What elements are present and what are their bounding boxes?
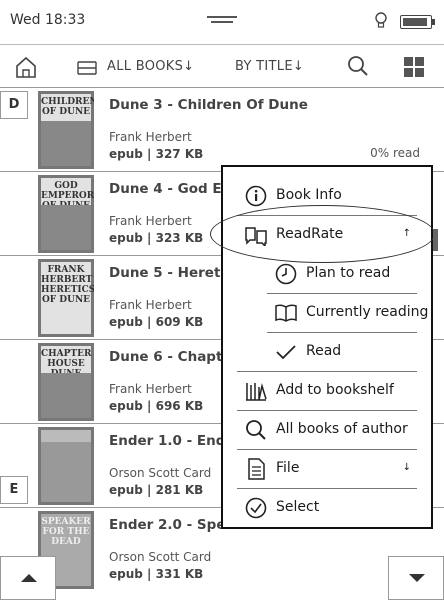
menu-item-book-info[interactable]: Book Info	[237, 177, 417, 216]
menu-handle-icon[interactable]	[207, 16, 237, 26]
collapse-icon: ↑	[402, 228, 411, 239]
file-icon	[248, 458, 265, 480]
frontlight-icon[interactable]	[374, 12, 388, 30]
cover-title: SPEAKER FOR THE DEAD	[41, 517, 91, 547]
menu-item-readrate[interactable]: ReadRate ↑	[237, 216, 417, 255]
all-books-arrow-icon: ↓	[183, 59, 195, 74]
book-author: Orson Scott Card	[109, 550, 212, 564]
scrollbar-handle[interactable]	[433, 229, 438, 251]
book-meta: epub | 281 KB	[109, 483, 204, 497]
sort-label: BY TITLE	[235, 59, 293, 74]
open-book-icon	[275, 304, 297, 322]
alphabet-letter-d[interactable]: D	[0, 91, 28, 119]
clock-icon	[275, 263, 297, 285]
check-circle-icon	[245, 497, 267, 519]
book-meta: epub | 323 KB	[109, 231, 204, 245]
book-meta: epub | 331 KB	[109, 567, 204, 581]
all-books-filter[interactable]: ALL BOOKS↓	[107, 59, 194, 74]
page-up-button[interactable]	[0, 556, 56, 600]
sort-arrow-icon: ↓	[292, 59, 305, 74]
info-icon	[245, 185, 267, 207]
menu-label: Plan to read	[306, 265, 391, 281]
readrate-icon	[245, 227, 267, 246]
book-title: Dune 3 - Children Of Dune	[109, 97, 308, 113]
book-meta: epub | 696 KB	[109, 399, 204, 413]
arrow-down-icon	[409, 574, 425, 582]
alphabet-letter-e[interactable]: E	[0, 476, 28, 504]
page-down-button[interactable]	[388, 556, 444, 600]
cover-title: CHILDREN OF DUNE	[41, 97, 94, 117]
home-icon[interactable]	[14, 55, 38, 79]
toolbar: ALL BOOKS↓ BY TITLE↓	[0, 44, 444, 88]
book-author: Frank Herbert	[109, 130, 192, 144]
bookshelf-icon	[246, 383, 267, 401]
arrow-up-icon	[21, 574, 37, 582]
menu-label: All books of author	[276, 421, 408, 437]
cover-title: FRANK HERBERT HERETICS OF DUNE	[41, 265, 94, 305]
book-author: Orson Scott Card	[109, 466, 212, 480]
all-books-label: ALL BOOKS	[107, 59, 184, 74]
grid-view-icon[interactable]	[403, 56, 425, 78]
menu-item-plan-to-read[interactable]: Plan to read	[267, 255, 417, 294]
menu-label: Add to bookshelf	[276, 382, 394, 398]
menu-item-currently-reading[interactable]: Currently reading	[267, 294, 428, 333]
menu-label: File	[276, 460, 300, 476]
menu-item-file[interactable]: File ↓	[237, 450, 417, 489]
context-menu: Book Info ReadRate ↑ Plan to read Curren…	[221, 165, 433, 529]
book-cover: CHILDREN OF DUNE	[38, 91, 94, 169]
clock: Wed 18:33	[10, 12, 86, 28]
menu-item-read[interactable]: Read	[237, 333, 417, 372]
menu-label: Select	[276, 499, 320, 515]
menu-item-all-books-of-author[interactable]: All books of author	[237, 411, 417, 450]
book-author: Frank Herbert	[109, 382, 192, 396]
search-icon	[246, 420, 266, 440]
book-meta: epub | 327 KB	[109, 147, 204, 161]
book-author: Frank Herbert	[109, 298, 192, 312]
menu-item-select[interactable]: Select	[237, 489, 417, 528]
book-meta: epub | 609 KB	[109, 315, 204, 329]
book-author: Frank Herbert	[109, 214, 192, 228]
menu-label: ReadRate	[276, 226, 344, 242]
book-cover	[38, 427, 94, 505]
menu-label: Book Info	[276, 187, 342, 203]
menu-label: Currently reading	[306, 304, 429, 320]
sort-selector[interactable]: BY TITLE↓	[235, 59, 304, 74]
expand-icon: ↓	[402, 462, 411, 473]
search-icon[interactable]	[347, 55, 369, 77]
book-cover: GOD EMPEROR OF DUNE	[38, 175, 94, 253]
status-bar: Wed 18:33	[0, 0, 444, 44]
menu-label: Read	[306, 343, 342, 359]
book-row[interactable]: CHILDREN OF DUNE Dune 3 - Children Of Du…	[0, 88, 444, 172]
book-progress: 0% read	[370, 146, 420, 160]
battery-icon	[400, 15, 435, 29]
library-icon[interactable]	[76, 57, 98, 77]
book-cover: CHAPTER HOUSE DUNE	[38, 343, 94, 421]
checkmark-icon	[276, 345, 296, 360]
menu-item-add-to-bookshelf[interactable]: Add to bookshelf	[237, 372, 417, 411]
book-cover: FRANK HERBERT HERETICS OF DUNE	[38, 259, 94, 337]
